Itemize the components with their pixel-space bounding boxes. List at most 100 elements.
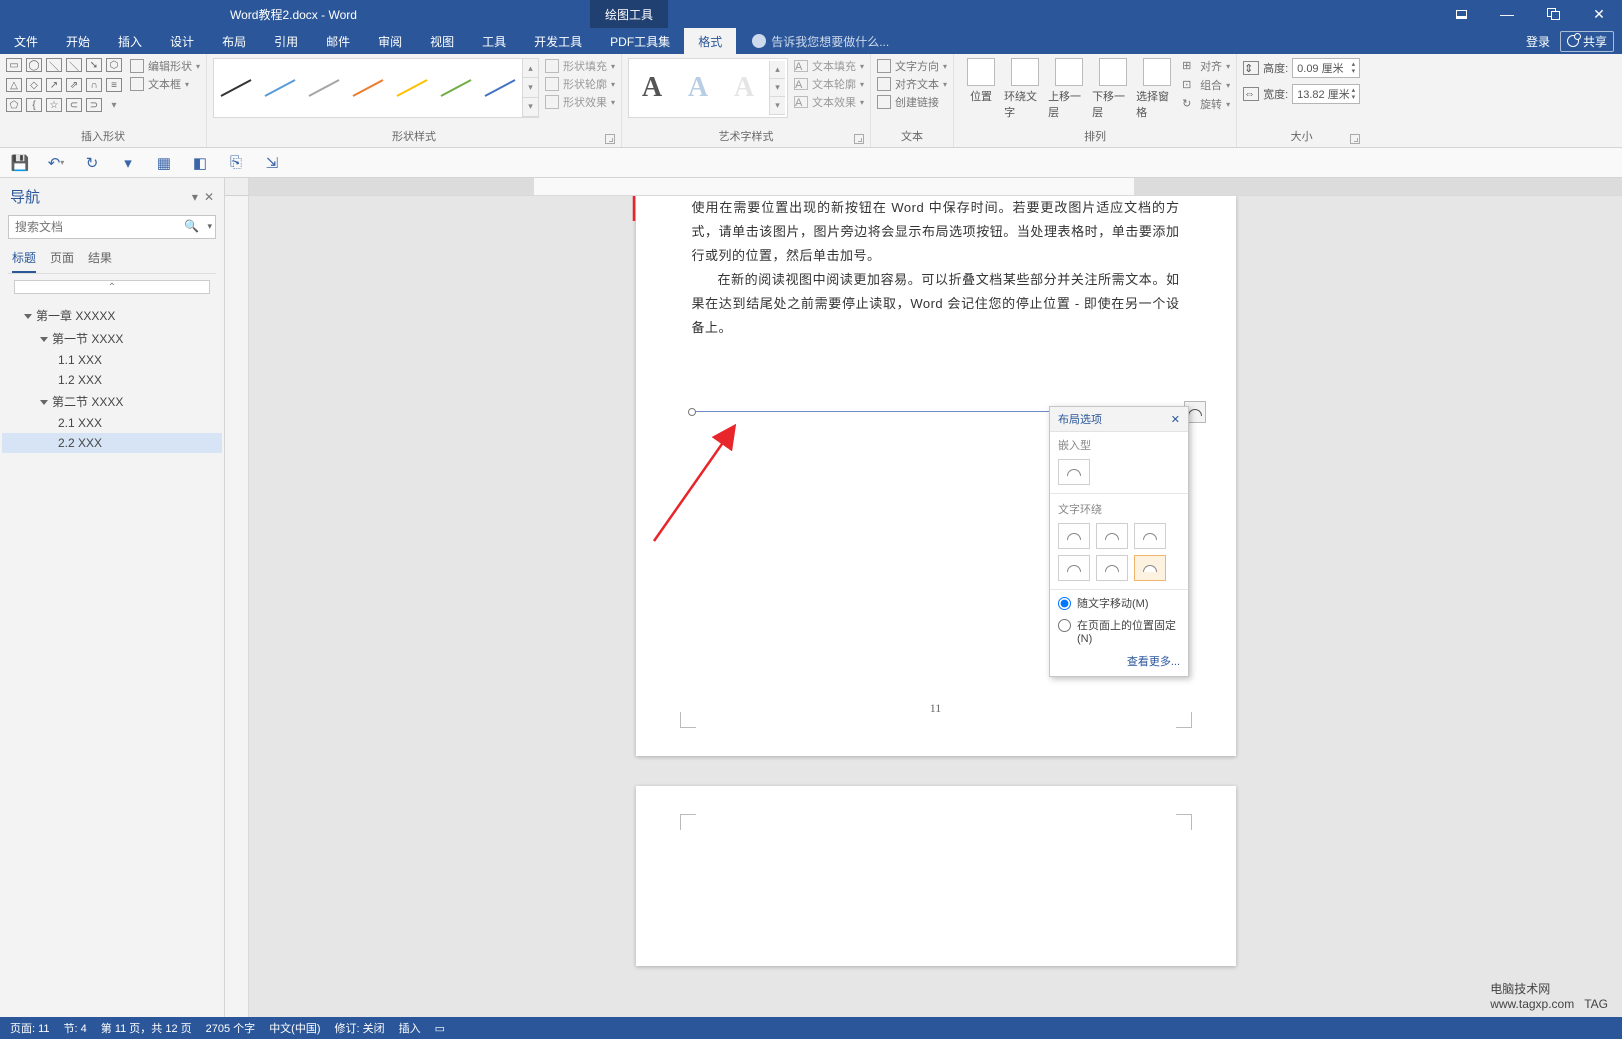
qat-btn-3[interactable]: ⎘ <box>226 153 246 173</box>
align-text-button[interactable]: 对齐文本▾ <box>877 76 947 92</box>
text-fill-button[interactable]: A文本填充▾ <box>794 58 864 74</box>
rotate-button[interactable]: ↻旋转▾ <box>1182 96 1230 112</box>
status-insert-mode[interactable]: 插入 <box>399 1020 421 1036</box>
ribbon-display-options[interactable] <box>1438 0 1484 28</box>
tab-references[interactable]: 引用 <box>260 28 312 54</box>
nav-item-22[interactable]: 2.2 XXX <box>2 433 222 453</box>
wordart-launcher[interactable] <box>854 134 864 144</box>
shape-outline-button[interactable]: 形状轮廓▾ <box>545 76 615 92</box>
wrap-text-button[interactable]: 环绕文字 <box>1004 58 1046 120</box>
styles-launcher[interactable] <box>605 134 615 144</box>
tab-file[interactable]: 文件 <box>0 28 52 54</box>
wa-scroll-down[interactable]: ▾ <box>770 79 785 97</box>
document-page-12[interactable] <box>636 786 1236 966</box>
nav-item-12[interactable]: 1.2 XXX <box>2 370 222 390</box>
text-effects-button[interactable]: A文本效果▾ <box>794 94 864 110</box>
nav-item-s1[interactable]: 第一节 XXXX <box>2 327 222 350</box>
tab-developer[interactable]: 开发工具 <box>520 28 596 54</box>
gallery-scroll-down[interactable]: ▾ <box>523 78 538 97</box>
width-input[interactable]: 13.82 厘米▴▾ <box>1292 84 1360 104</box>
selection-pane-button[interactable]: 选择窗格 <box>1136 58 1178 120</box>
tab-tools[interactable]: 工具 <box>468 28 520 54</box>
shape-style-gallery[interactable]: ▴▾▾ <box>213 58 539 118</box>
tab-layout[interactable]: 布局 <box>208 28 260 54</box>
layout-opt-front[interactable] <box>1134 555 1166 581</box>
wa-more[interactable]: ▾ <box>770 97 785 115</box>
nav-dropdown[interactable]: ▾ <box>192 190 198 204</box>
layout-pop-close[interactable]: ✕ <box>1171 413 1180 426</box>
text-outline-button[interactable]: A文本轮廓▾ <box>794 76 864 92</box>
layout-fixed-position[interactable]: 在页面上的位置固定(N) <box>1050 614 1188 648</box>
gallery-more[interactable]: ▾ <box>523 98 538 117</box>
tab-home[interactable]: 开始 <box>52 28 104 54</box>
shape-fill-button[interactable]: 形状填充▾ <box>545 58 615 74</box>
status-section[interactable]: 节: 4 <box>64 1020 87 1036</box>
undo-button[interactable]: ↶▾ <box>46 153 66 173</box>
align-button[interactable]: ⊞对齐▾ <box>1182 58 1230 74</box>
tab-review[interactable]: 审阅 <box>364 28 416 54</box>
layout-move-with-text[interactable]: 随文字移动(M) <box>1050 592 1188 614</box>
qat-customize[interactable]: ▾ <box>118 153 138 173</box>
bring-forward-button[interactable]: 上移一层 <box>1048 58 1090 120</box>
text-box-button[interactable]: 文本框▾ <box>130 76 200 92</box>
status-word-count[interactable]: 2705 个字 <box>206 1020 256 1036</box>
tab-view[interactable]: 视图 <box>416 28 468 54</box>
nav-tab-headings[interactable]: 标题 <box>12 249 36 273</box>
layout-opt-behind[interactable] <box>1096 555 1128 581</box>
group-button[interactable]: ⊡组合▾ <box>1182 77 1230 93</box>
height-input[interactable]: 0.09 厘米▴▾ <box>1292 58 1360 78</box>
send-backward-button[interactable]: 下移一层 <box>1092 58 1134 120</box>
position-button[interactable]: 位置 <box>960 58 1002 120</box>
tab-pdf-tools[interactable]: PDF工具集 <box>596 28 684 54</box>
status-language[interactable]: 中文(中国) <box>269 1020 320 1036</box>
nav-item-s2[interactable]: 第二节 XXXX <box>2 390 222 413</box>
restore-button[interactable] <box>1530 0 1576 28</box>
sign-in-link[interactable]: 登录 <box>1526 33 1550 50</box>
qat-btn-1[interactable]: ▦ <box>154 153 174 173</box>
shape-effects-button[interactable]: 形状效果▾ <box>545 94 615 110</box>
redo-button[interactable]: ↻ <box>82 153 102 173</box>
nav-close[interactable]: ✕ <box>204 190 214 204</box>
contextual-tab-drawing-tools[interactable]: 绘图工具 <box>590 0 668 28</box>
nav-search[interactable]: 🔍 ▾ <box>8 215 216 239</box>
horizontal-ruler[interactable] <box>249 178 1622 196</box>
status-track-changes[interactable]: 修订: 关闭 <box>335 1020 385 1036</box>
nav-collapse-bar[interactable]: ⌃ <box>14 280 210 294</box>
layout-see-more[interactable]: 查看更多... <box>1050 648 1188 676</box>
edit-shape-button[interactable]: 编辑形状▾ <box>130 58 200 74</box>
layout-opt-through[interactable] <box>1134 523 1166 549</box>
tab-mailings[interactable]: 邮件 <box>312 28 364 54</box>
tab-insert[interactable]: 插入 <box>104 28 156 54</box>
close-button[interactable]: ✕ <box>1576 0 1622 28</box>
vertical-ruler[interactable] <box>225 178 249 1017</box>
nav-item-ch1[interactable]: 第一章 XXXXX <box>2 304 222 327</box>
layout-opt-inline[interactable] <box>1058 459 1090 485</box>
gallery-scroll-up[interactable]: ▴ <box>523 59 538 78</box>
status-page-of[interactable]: 第 11 页，共 12 页 <box>101 1020 192 1036</box>
qat-btn-4[interactable]: ⇲ <box>262 153 282 173</box>
text-direction-button[interactable]: 文字方向▾ <box>877 58 947 74</box>
layout-opt-topbottom[interactable] <box>1058 555 1090 581</box>
size-launcher[interactable] <box>1350 134 1360 144</box>
tell-me-search[interactable]: 告诉我您想要做什么... <box>736 28 889 54</box>
search-dropdown[interactable]: ▾ <box>207 221 212 232</box>
wordart-gallery[interactable]: A A A ▴▾▾ <box>628 58 788 118</box>
create-link-button[interactable]: 创建链接 <box>877 94 947 110</box>
document-scroll[interactable]: 使用在需要位置出现的新按钮在 Word 中保存时间。若要更改图片适应文档的方式，… <box>249 196 1622 1017</box>
qat-btn-2[interactable]: ◧ <box>190 153 210 173</box>
layout-opt-tight[interactable] <box>1096 523 1128 549</box>
tab-format[interactable]: 格式 <box>684 28 736 54</box>
status-page[interactable]: 页面: 11 <box>10 1020 50 1036</box>
nav-tab-results[interactable]: 结果 <box>88 249 112 273</box>
nav-tab-pages[interactable]: 页面 <box>50 249 74 273</box>
search-icon[interactable]: 🔍 <box>184 219 198 233</box>
wa-scroll-up[interactable]: ▴ <box>770 61 785 79</box>
status-extra-icon[interactable]: ▭ <box>435 1022 445 1035</box>
minimize-button[interactable]: — <box>1484 0 1530 28</box>
layout-opt-square[interactable] <box>1058 523 1090 549</box>
nav-item-21[interactable]: 2.1 XXX <box>2 413 222 433</box>
shapes-gallery[interactable]: ▭◯＼＼➘⬡ △◇↗⇗∩≡ ⬠{☆⊂⊃▾ <box>6 58 124 116</box>
save-button[interactable]: 💾 <box>10 153 30 173</box>
share-button[interactable]: 共享 <box>1560 31 1614 52</box>
shape-handle-left[interactable] <box>688 408 696 416</box>
